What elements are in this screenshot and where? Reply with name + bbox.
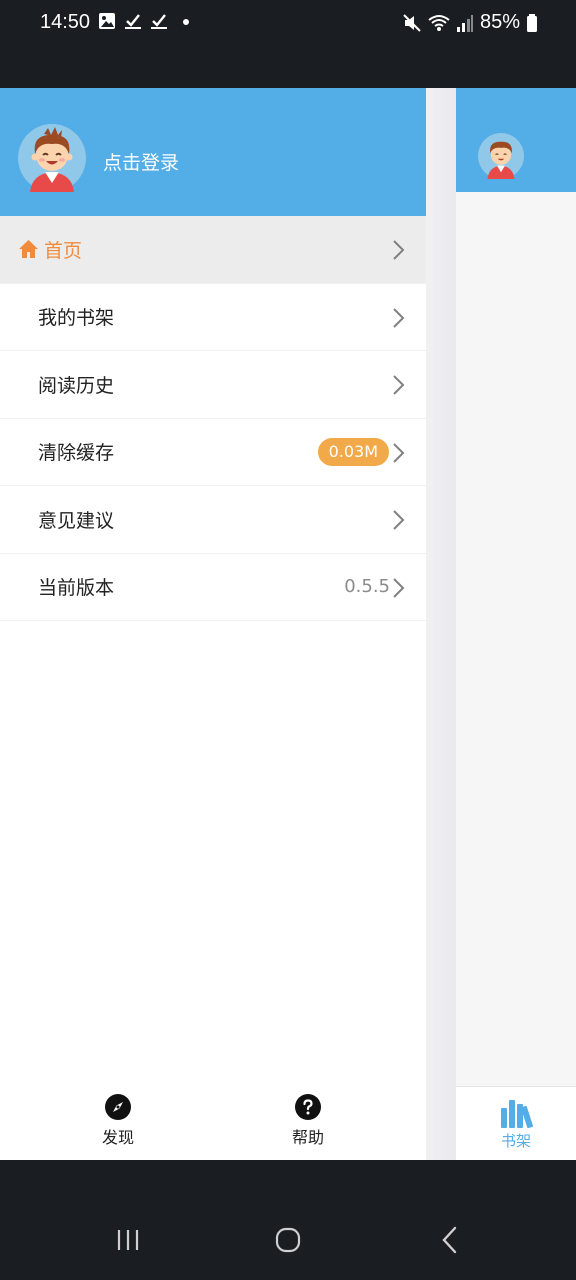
chevron-right-icon xyxy=(393,510,405,530)
cache-size-badge: 0.03M xyxy=(317,437,389,466)
login-button[interactable]: 点击登录 xyxy=(103,148,179,175)
help-label: 帮助 xyxy=(291,1128,324,1147)
check-icon xyxy=(151,14,167,29)
menu-item-feedback[interactable]: 意见建议 xyxy=(0,486,426,554)
recent-apps-icon[interactable] xyxy=(108,1220,148,1260)
drawer-menu: 首页 我的书架 阅读历史 清除缓存 0.03M 意见建议 当前版本 0.5.5 xyxy=(0,216,426,621)
help-button[interactable]: 帮助 xyxy=(268,1094,348,1154)
discover-button[interactable]: 发现 xyxy=(78,1094,158,1154)
drawer-shadow xyxy=(426,88,456,1160)
main-content xyxy=(456,192,576,1086)
menu-item-label: 阅读历史 xyxy=(38,374,115,397)
status-right: 85% xyxy=(402,11,538,34)
dot-icon xyxy=(183,19,189,25)
chevron-right-icon xyxy=(393,240,405,260)
version-value: 0.5.5 xyxy=(344,576,390,598)
mute-icon xyxy=(403,13,421,32)
bookshelf-icon xyxy=(501,1099,533,1128)
menu-item-bookshelf[interactable]: 我的书架 xyxy=(0,284,426,351)
app-window: 书架 点击登录 首页 我的书架 阅读历史 清除缓存 0.03M 意见建议 当前版… xyxy=(0,88,576,1160)
drawer-footer: 发现 帮助 xyxy=(0,1086,426,1160)
menu-item-label: 清除缓存 xyxy=(38,442,115,465)
chevron-right-icon xyxy=(393,442,405,463)
signal-icon xyxy=(456,14,473,32)
home-icon xyxy=(19,240,38,258)
tab-bookshelf-label: 书架 xyxy=(500,1131,531,1150)
status-bar: 14:50 85% xyxy=(0,0,576,88)
menu-item-clear-cache[interactable]: 清除缓存 0.03M xyxy=(0,419,426,486)
back-icon[interactable] xyxy=(430,1220,470,1260)
menu-item-label: 首页 xyxy=(44,239,83,262)
chevron-right-icon xyxy=(393,577,405,598)
wifi-icon xyxy=(428,14,450,31)
menu-item-history[interactable]: 阅读历史 xyxy=(0,351,426,419)
menu-item-label: 我的书架 xyxy=(38,307,115,330)
system-nav-bar xyxy=(0,1160,576,1280)
battery-icon xyxy=(527,13,537,32)
chevron-right-icon xyxy=(393,375,405,395)
help-icon xyxy=(295,1094,321,1120)
main-avatar-icon[interactable] xyxy=(478,133,524,179)
menu-item-label: 当前版本 xyxy=(38,577,115,600)
chevron-right-icon xyxy=(393,307,405,328)
menu-item-version[interactable]: 当前版本 0.5.5 xyxy=(0,554,426,621)
home-nav-icon[interactable] xyxy=(268,1220,308,1260)
avatar[interactable] xyxy=(18,124,86,192)
notification-icons xyxy=(98,12,192,30)
status-time: 14:50 xyxy=(40,11,91,33)
tab-bookshelf[interactable]: 书架 xyxy=(456,1087,576,1160)
check-icon xyxy=(125,14,141,29)
discover-label: 发现 xyxy=(101,1128,134,1147)
drawer-header[interactable]: 点击登录 xyxy=(0,88,426,216)
menu-item-home[interactable]: 首页 xyxy=(0,216,426,284)
side-drawer: 点击登录 首页 我的书架 阅读历史 清除缓存 0.03M 意见建议 当前版本 0… xyxy=(0,88,426,1160)
battery-percent: 85% xyxy=(479,11,520,33)
compass-icon xyxy=(105,1094,131,1120)
main-tab-bar: 书架 xyxy=(456,1086,576,1160)
menu-item-label: 意见建议 xyxy=(38,509,115,532)
gallery-icon xyxy=(99,13,115,29)
